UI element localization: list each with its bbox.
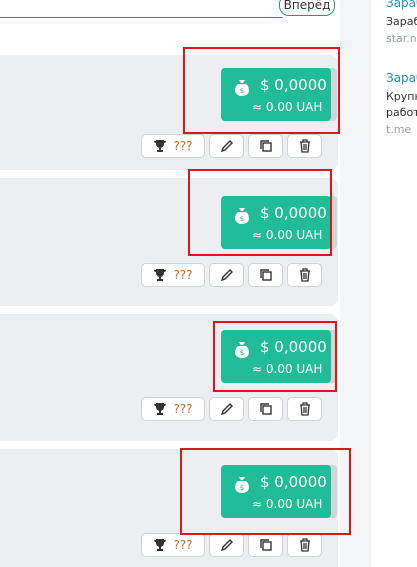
trash-icon [299, 402, 310, 416]
pencil-icon [220, 140, 233, 153]
pencil-icon [220, 403, 233, 416]
svg-text:$: $ [240, 349, 244, 357]
sidebar-ad-1[interactable]: Зараб Зараб star.ni [386, 0, 417, 45]
sidebar-ad-line: работ [386, 106, 417, 119]
money-bag-icon: $ [235, 342, 249, 358]
stats-button[interactable]: ??? [141, 533, 205, 557]
copy-button[interactable] [248, 263, 283, 287]
delete-button[interactable] [287, 533, 322, 557]
price-uah: ≈ 0.00 UAH [252, 100, 323, 114]
price-badge: $ $ 0,0000 ≈ 0.00 UAH [221, 330, 331, 383]
stats-value: ??? [173, 139, 193, 153]
stats-button[interactable]: ??? [141, 134, 205, 158]
copy-button[interactable] [248, 397, 283, 421]
trophy-icon [154, 403, 167, 415]
sidebar-ad-url[interactable]: t.me [386, 123, 417, 136]
trash-icon [299, 139, 310, 153]
edit-button[interactable] [209, 263, 244, 287]
card-actions: ??? [141, 397, 322, 423]
sidebar-ad-title[interactable]: Зараб [386, 0, 417, 10]
price-badge: $ $ 0,0000 ≈ 0.00 UAH [221, 465, 331, 518]
money-bag-icon: $ [235, 80, 249, 96]
price-usd: $ 0,0000 [260, 338, 327, 356]
sidebar-ad-text: Зараб [386, 15, 417, 28]
sidebar-gap [340, 0, 371, 567]
money-bag-icon: $ [235, 477, 249, 493]
price-uah: ≈ 0.00 UAH [252, 497, 323, 511]
sidebar-ad-text: Крупн работ [386, 89, 417, 121]
stats-value: ??? [173, 268, 193, 282]
price-badge: $ $ 0,0000 ≈ 0.00 UAH [221, 196, 331, 249]
edit-button[interactable] [209, 134, 244, 158]
copy-icon [259, 269, 272, 281]
sidebar-ad-2[interactable]: Зараб Крупн работ t.me [386, 71, 417, 136]
copy-icon [259, 403, 272, 415]
delete-button[interactable] [287, 397, 322, 421]
pencil-icon [220, 539, 233, 552]
next-page-button[interactable]: Вперёд [279, 0, 335, 16]
copy-button[interactable] [248, 533, 283, 557]
edit-button[interactable] [209, 397, 244, 421]
copy-button[interactable] [248, 134, 283, 158]
delete-button[interactable] [287, 263, 322, 287]
price-uah: ≈ 0.00 UAH [252, 362, 323, 376]
sidebar-ad-line: Крупн [386, 90, 417, 103]
pencil-icon [220, 269, 233, 282]
copy-icon [259, 140, 272, 152]
card-actions: ??? [141, 533, 322, 559]
svg-text:$: $ [240, 215, 244, 223]
trash-icon [299, 268, 310, 282]
svg-text:$: $ [240, 87, 244, 95]
delete-button[interactable] [287, 134, 322, 158]
card-actions: ??? [141, 134, 322, 160]
trophy-icon [154, 140, 167, 152]
price-badge: $ $ 0,0000 ≈ 0.00 UAH [221, 68, 331, 121]
sidebar-ad-title[interactable]: Зараб [386, 71, 417, 85]
stats-button[interactable]: ??? [141, 263, 205, 287]
card-actions: ??? [141, 263, 322, 289]
trash-icon [299, 538, 310, 552]
price-usd: $ 0,0000 [260, 76, 327, 94]
price-usd: $ 0,0000 [260, 473, 327, 491]
price-uah: ≈ 0.00 UAH [252, 228, 323, 242]
trophy-icon [154, 539, 167, 551]
stats-button[interactable]: ??? [141, 397, 205, 421]
sidebar-ad-url[interactable]: star.ni [386, 32, 417, 45]
edit-button[interactable] [209, 533, 244, 557]
stats-value: ??? [173, 538, 193, 552]
trophy-icon [154, 269, 167, 281]
pagination-divider [0, 17, 283, 18]
copy-icon [259, 539, 272, 551]
money-bag-icon: $ [235, 208, 249, 224]
svg-text:$: $ [240, 484, 244, 492]
price-usd: $ 0,0000 [260, 204, 327, 222]
stats-value: ??? [173, 402, 193, 416]
